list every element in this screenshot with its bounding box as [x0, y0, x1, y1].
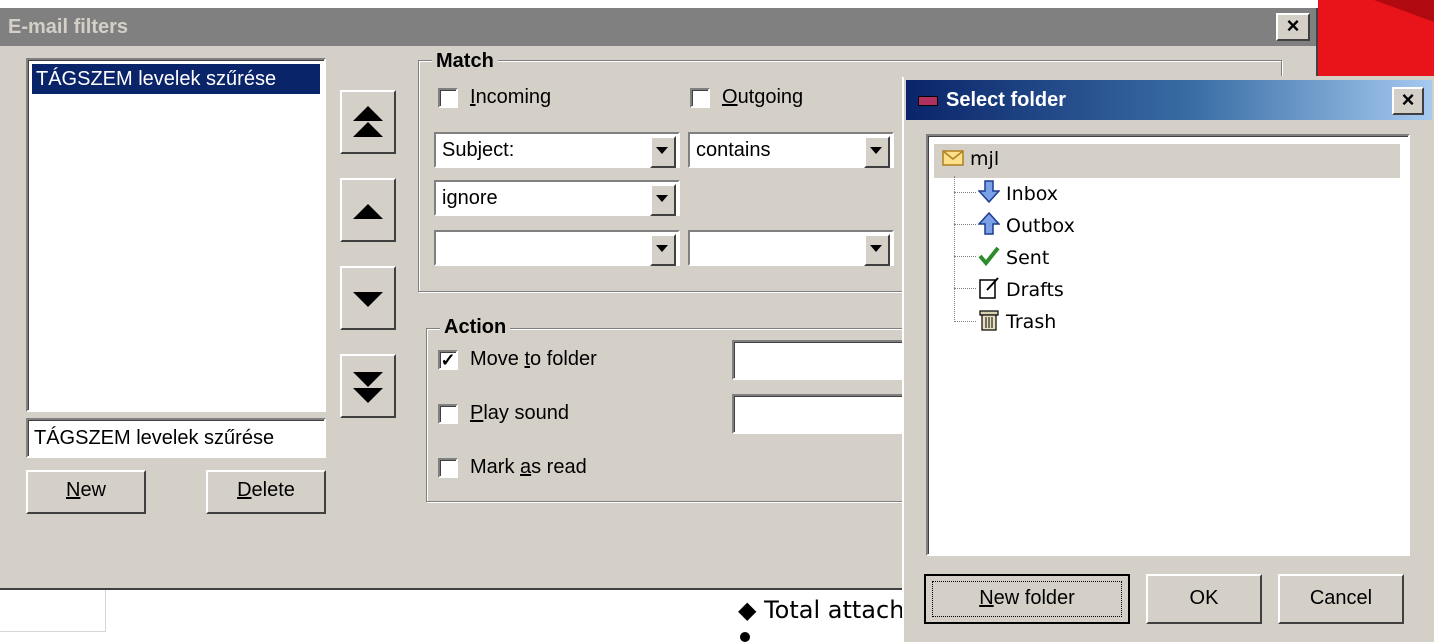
case-option-select[interactable]: ignore	[434, 180, 680, 216]
folder-tree-selection	[934, 144, 1400, 178]
tree-node-outbox[interactable]: Outbox	[977, 211, 1075, 237]
move-to-folder-checkbox[interactable]: ✓	[438, 350, 458, 370]
filter-list[interactable]: TÁGSZEM levelek szűrése	[26, 58, 326, 412]
match-operator-select[interactable]: contains	[688, 132, 894, 168]
chevron-down-icon[interactable]	[650, 184, 676, 216]
move-to-folder-label: Move to folder	[470, 348, 597, 370]
double-up-arrow-icon	[353, 106, 383, 121]
up-arrow-icon	[353, 204, 383, 219]
outgoing-checkbox[interactable]	[690, 88, 710, 108]
envelope-icon	[942, 150, 964, 166]
delete-filter-button[interactable]: Delete	[206, 470, 326, 514]
folder-field[interactable]	[732, 340, 912, 380]
incoming-checkbox[interactable]	[438, 88, 458, 108]
match-operator2-select[interactable]	[688, 230, 894, 266]
match-field2-select[interactable]	[434, 230, 680, 266]
filter-name-field[interactable]: TÁGSZEM levelek szűrése	[26, 418, 326, 458]
arrow-up-icon	[977, 211, 1001, 235]
tree-node-root[interactable]: mjl	[942, 148, 999, 170]
filter-list-item[interactable]: TÁGSZEM levelek szűrése	[32, 64, 320, 94]
ok-button[interactable]: OK	[1146, 574, 1262, 624]
match-field-select[interactable]: Subject:	[434, 132, 680, 168]
filter-name-value: TÁGSZEM levelek szűrése	[34, 427, 275, 449]
sound-field[interactable]	[732, 394, 912, 434]
close-icon: ×	[1401, 87, 1415, 112]
background-bullet	[740, 632, 750, 642]
chevron-down-icon[interactable]	[650, 136, 676, 168]
close-button[interactable]: ×	[1276, 13, 1310, 41]
arrow-down-icon	[977, 180, 1001, 204]
select-folder-title: Select folder	[946, 89, 1067, 111]
trash-icon	[979, 310, 999, 331]
move-up-button[interactable]	[340, 178, 396, 242]
chevron-down-icon[interactable]	[864, 234, 890, 266]
checkmark-icon: ✓	[440, 350, 456, 370]
dialog-title: E-mail filters	[8, 16, 129, 38]
folder-tree[interactable]: mjl Inbox Outbox Sent Drafts Trash	[926, 134, 1410, 556]
background-panel	[0, 588, 106, 632]
move-to-top-button[interactable]	[340, 90, 396, 154]
chevron-down-icon[interactable]	[650, 234, 676, 266]
new-folder-button[interactable]: New folder	[924, 574, 1130, 624]
play-sound-label: Play sound	[470, 402, 569, 424]
move-down-button[interactable]	[340, 266, 396, 330]
background-text: ◆ Total attach	[738, 596, 905, 624]
select-folder-title-bar: Select folder	[906, 80, 1432, 120]
tree-node-inbox[interactable]: Inbox	[977, 180, 1058, 205]
action-legend: Action	[440, 316, 511, 338]
select-folder-dialog: Select folder × mjl Inbox Outbox Sent Dr…	[902, 76, 1434, 642]
app-icon	[918, 96, 938, 106]
cancel-button[interactable]: Cancel	[1278, 574, 1404, 624]
tree-node-drafts[interactable]: Drafts	[978, 276, 1064, 301]
close-icon: ×	[1286, 13, 1300, 38]
new-filter-button[interactable]: New	[26, 470, 146, 514]
note-icon	[979, 277, 999, 299]
outgoing-label: Outgoing	[722, 86, 804, 108]
dialog-title-bar: E-mail filters	[0, 8, 1316, 46]
tree-node-sent[interactable]: Sent	[978, 244, 1049, 269]
move-to-bottom-button[interactable]	[340, 354, 396, 418]
chevron-down-icon[interactable]	[864, 136, 890, 168]
mark-as-read-label: Mark as read	[470, 456, 587, 478]
tree-node-trash[interactable]: Trash	[978, 308, 1056, 333]
match-legend: Match	[432, 50, 498, 72]
checkmark-icon	[978, 246, 1000, 267]
play-sound-checkbox[interactable]	[438, 404, 458, 424]
double-down-arrow-icon	[353, 372, 383, 387]
select-folder-close-button[interactable]: ×	[1392, 87, 1424, 115]
down-arrow-icon	[353, 292, 383, 307]
mark-as-read-checkbox[interactable]	[438, 458, 458, 478]
incoming-label: Incoming	[470, 86, 552, 108]
